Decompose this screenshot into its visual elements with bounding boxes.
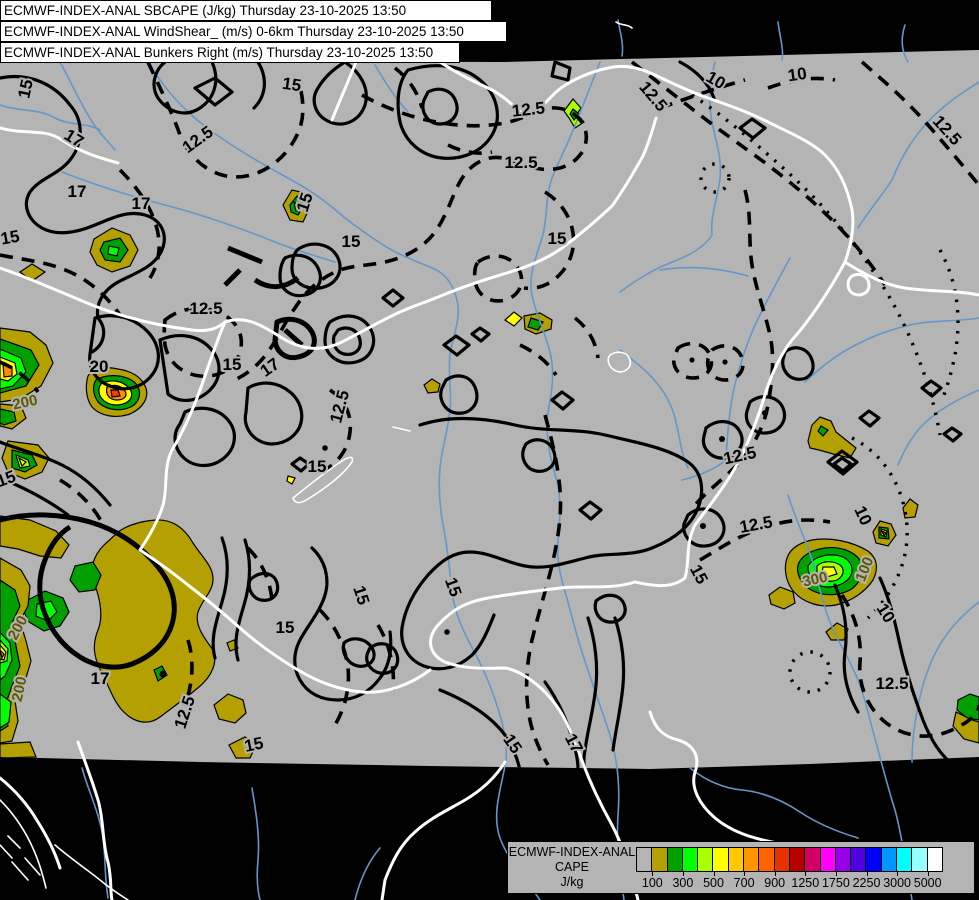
legend-swatch xyxy=(851,848,867,871)
legend-swatch xyxy=(927,848,942,871)
legend-swatch xyxy=(805,848,821,871)
contour-label: 15 xyxy=(548,229,567,248)
legend-tick-label: 3000 xyxy=(883,876,911,890)
contour-label: 15 xyxy=(308,457,327,476)
legend-tick-label: 2250 xyxy=(852,876,881,890)
legend-swatch xyxy=(774,848,790,871)
map-canvas: 1517 12.5151717151512.512.512.5 10 1012.515… xyxy=(0,0,979,900)
legend-colorbar: 100 300 500 700 900 1250 1750 2250 3000 5000 xyxy=(636,847,943,890)
legend-swatch xyxy=(912,848,928,871)
legend-swatch xyxy=(897,848,913,871)
legend-swatches xyxy=(636,847,943,872)
legend-swatch xyxy=(835,848,852,871)
contour-label: 15 xyxy=(243,733,265,756)
legend-tick-label: 1750 xyxy=(821,876,850,890)
contour-label: 12.5 xyxy=(504,153,537,172)
legend-swatch xyxy=(652,848,668,871)
title-bar-windshear: ECMWF-INDEX-ANAL WindShear_ (m/s) 0-6km … xyxy=(0,21,507,42)
legend-tick-label: 100 xyxy=(641,876,663,890)
legend-swatch xyxy=(866,848,882,871)
legend-tick-label: 700 xyxy=(733,876,755,890)
legend-units: J/kg xyxy=(560,875,584,889)
contour-label: 17 xyxy=(68,182,87,201)
title-bar-sbcape: ECMWF-INDEX-ANAL SBCAPE (J/kg) Thursday … xyxy=(0,0,492,21)
legend-swatch xyxy=(698,848,714,871)
contour-label: 15 xyxy=(276,618,295,637)
legend-swatch xyxy=(744,848,760,871)
contour-label: 17 xyxy=(91,669,110,688)
legend-swatch xyxy=(637,848,653,871)
weather-map-screenshot: 15 17 12.5 15 17 17 15 15 12.5 12.5 12.5 10 10 12.5 15… xyxy=(0,0,979,900)
contour-label: 20 xyxy=(90,357,109,376)
title-bar-bunkers: ECMWF-INDEX-ANAL Bunkers Right (m/s) Thu… xyxy=(0,42,460,63)
legend-swatch xyxy=(713,848,729,871)
contour-label: 12.5 xyxy=(875,674,908,693)
legend-tick-label: 5000 xyxy=(913,876,942,890)
legend-swatch xyxy=(789,848,806,871)
contour-label: 15 xyxy=(223,355,242,374)
legend-caption: ECMWF-INDEX-ANAL CAPE J/kg xyxy=(508,842,636,890)
contour-label: 17 xyxy=(132,194,151,213)
contour-label: 15 xyxy=(14,78,37,100)
legend-tick-label: 500 xyxy=(703,876,724,890)
legend-swatch xyxy=(881,848,898,871)
contour-label: 12.5 xyxy=(511,98,546,120)
cape-colorbar-legend: ECMWF-INDEX-ANAL CAPE J/kg 100 300 500 700 9… xyxy=(507,841,975,894)
legend-tick-label: 1250 xyxy=(791,876,820,890)
contour-label: 15 xyxy=(342,232,361,251)
contour-label: 15 xyxy=(281,74,302,95)
legend-swatch xyxy=(667,848,683,871)
contour-label: 15 xyxy=(0,227,21,249)
legend-tick-labels: 100 300 500 700 900 1250 1750 2250 3000 5000 xyxy=(636,876,943,890)
contour-label: 12.5 xyxy=(189,299,222,318)
legend-parameter: CAPE xyxy=(554,860,590,874)
legend-swatch xyxy=(759,848,775,871)
legend-tick-label: 900 xyxy=(764,876,786,890)
legend-product: ECMWF-INDEX-ANAL xyxy=(508,845,636,859)
contour-label: 10 xyxy=(787,64,808,85)
legend-swatch xyxy=(682,848,699,871)
legend-swatch xyxy=(728,848,745,871)
legend-swatch xyxy=(820,848,836,871)
legend-tick-label: 300 xyxy=(672,876,694,890)
